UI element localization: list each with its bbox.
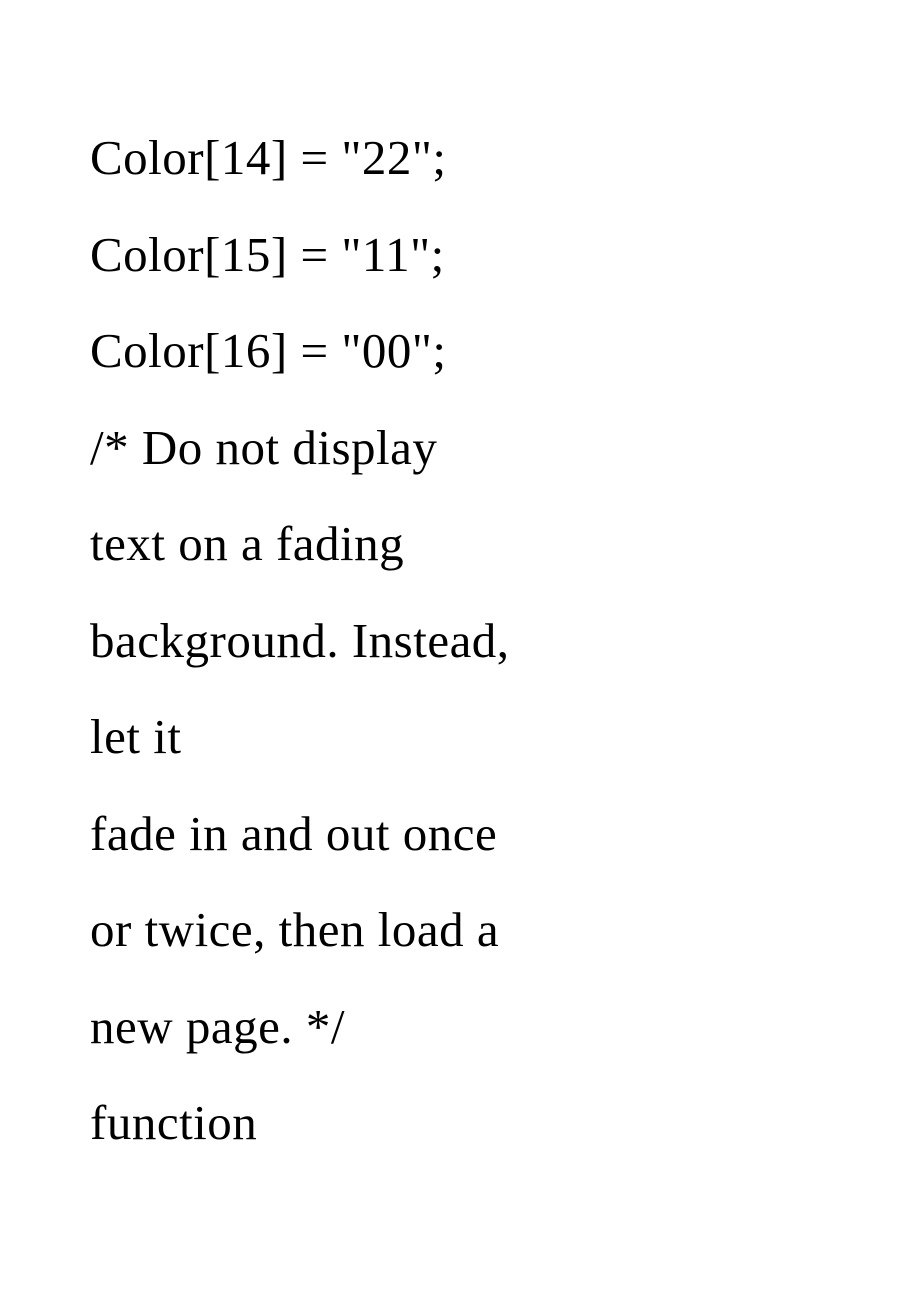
code-line: Color[14] = "22"; xyxy=(90,110,845,207)
code-line: Color[15] = "11"; xyxy=(90,207,845,304)
code-line: function xyxy=(90,1075,845,1172)
code-line: background. Instead, xyxy=(90,593,845,690)
code-line: or twice, then load a xyxy=(90,882,845,979)
code-line: let it xyxy=(90,689,845,786)
code-page: Color[14] = "22"; Color[15] = "11"; Colo… xyxy=(0,0,920,1172)
code-line: /* Do not display xyxy=(90,400,845,497)
code-line: text on a fading xyxy=(90,496,845,593)
code-line: new page. */ xyxy=(90,979,845,1076)
code-line: Color[16] = "00"; xyxy=(90,303,845,400)
code-line: fade in and out once xyxy=(90,786,845,883)
